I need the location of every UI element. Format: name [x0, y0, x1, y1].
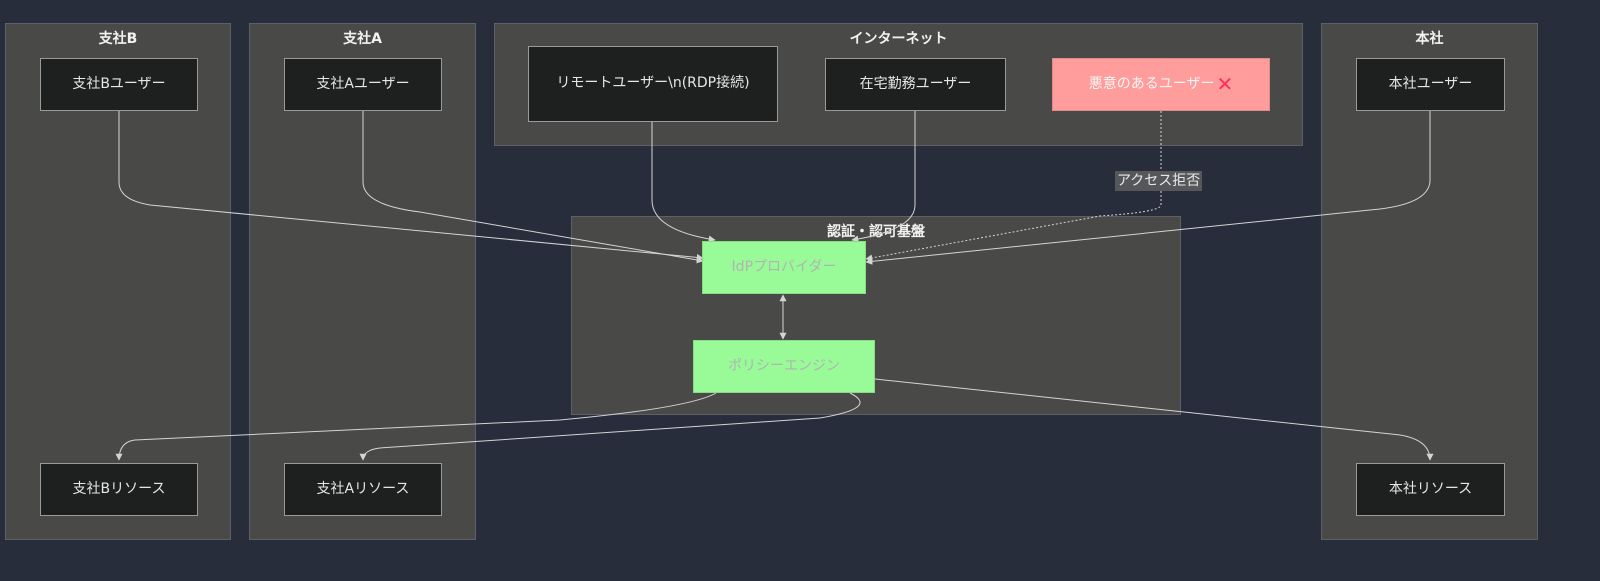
node-branch-b-user[interactable]: 支社Bユーザー [40, 58, 198, 111]
node-branch-a-resource[interactable]: 支社Aリソース [284, 463, 442, 516]
node-policy-engine[interactable]: ポリシーエンジン [693, 340, 875, 393]
deny-cross-icon: ✕ [1216, 72, 1234, 96]
node-hq-user[interactable]: 本社ユーザー [1356, 58, 1505, 111]
node-remote-user[interactable]: リモートユーザー\n(RDP接続) [528, 46, 778, 122]
node-home-user[interactable]: 在宅勤務ユーザー [825, 58, 1006, 111]
node-malicious-user[interactable]: 悪意のあるユーザー ✕ [1052, 58, 1270, 111]
cluster-title-branch-a: 支社A [343, 31, 382, 47]
cluster-title-branch-b: 支社B [98, 31, 138, 47]
node-branch-a-user[interactable]: 支社Aユーザー [284, 58, 442, 111]
cluster-title-auth: 認証・認可基盤 [827, 224, 925, 240]
edge-label-access-denied: アクセス拒否 [1115, 171, 1203, 191]
malicious-user-label: 悪意のあるユーザー [1088, 75, 1215, 92]
node-branch-b-resource[interactable]: 支社Bリソース [40, 463, 198, 516]
node-idp[interactable]: IdPプロバイダー [702, 241, 866, 294]
node-hq-resource[interactable]: 本社リソース [1356, 463, 1505, 516]
cluster-title-internet: インターネット [849, 31, 948, 47]
cluster-title-hq: 本社 [1415, 31, 1444, 47]
cluster-auth: 認証・認可基盤 [571, 216, 1181, 415]
